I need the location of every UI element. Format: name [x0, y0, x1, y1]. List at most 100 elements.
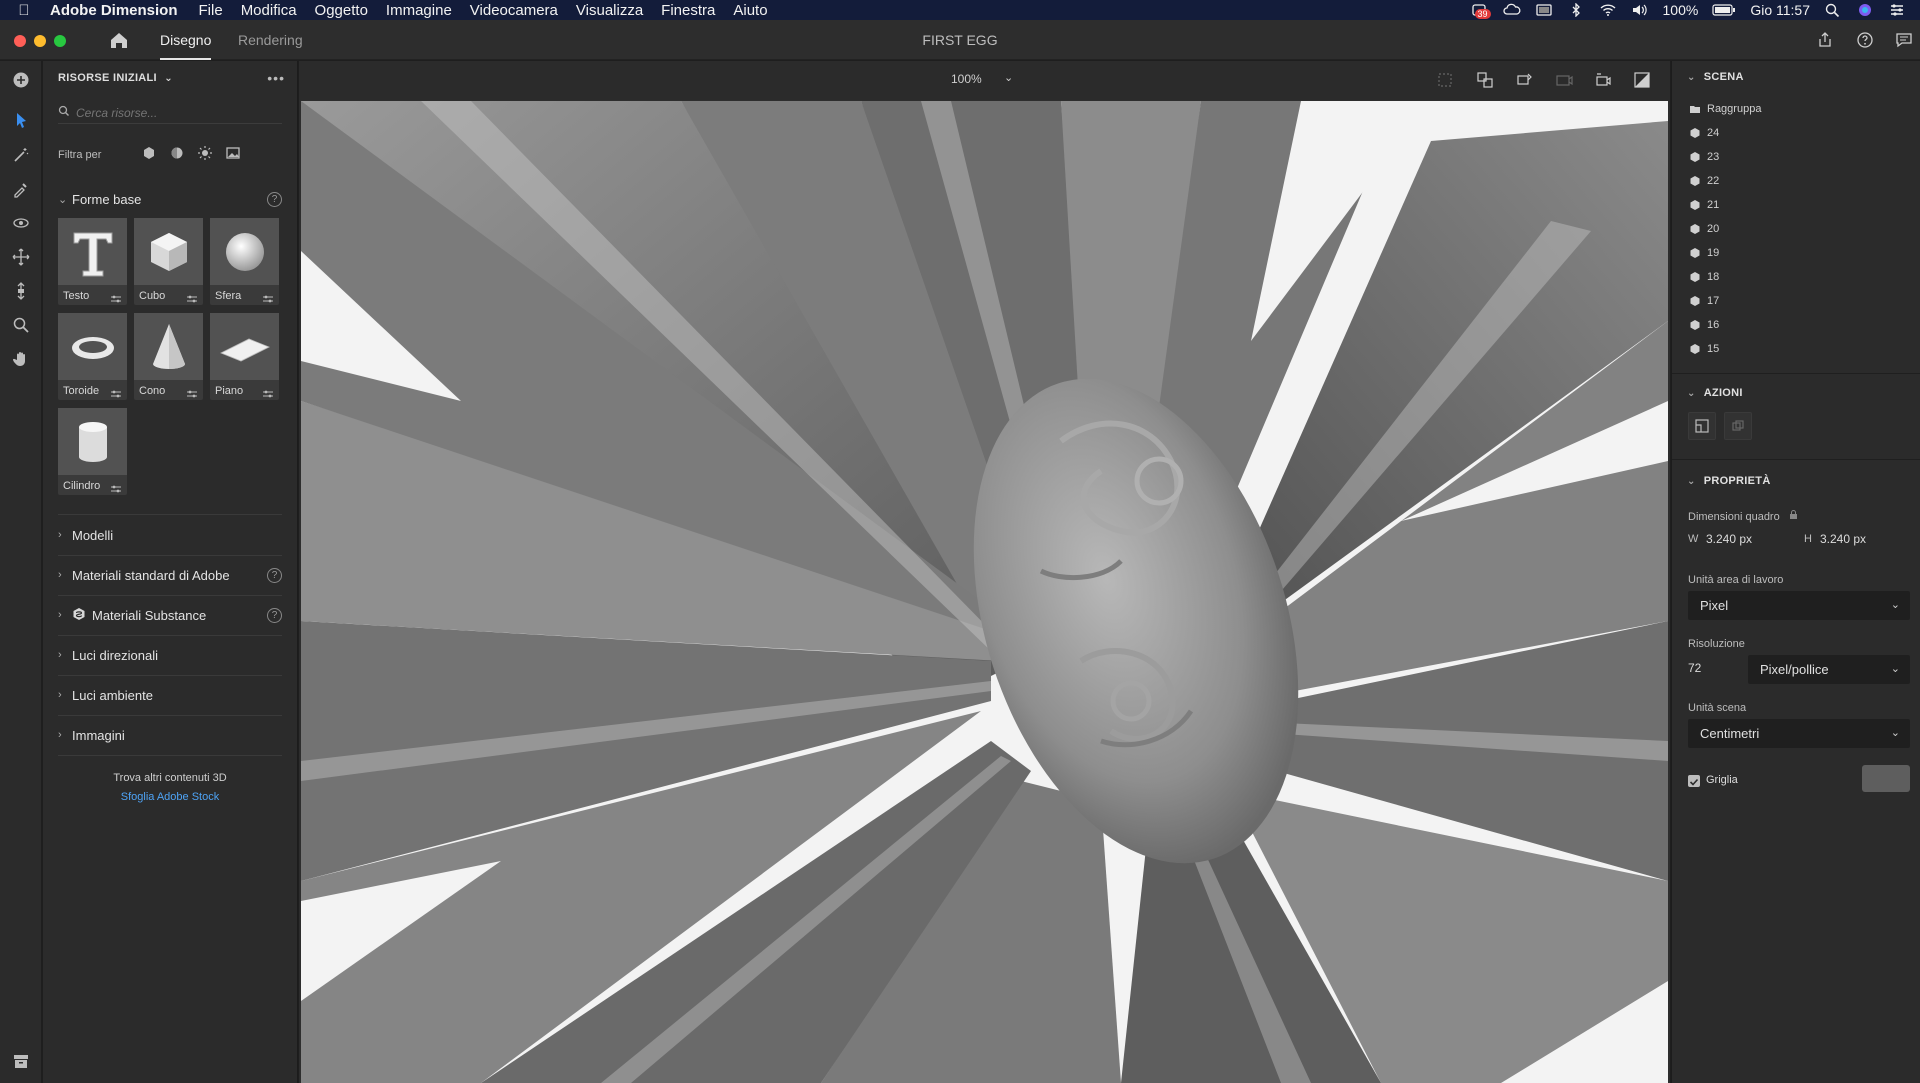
asset-tile-sfera[interactable]: Sfera — [210, 218, 279, 305]
help-icon[interactable]: ? — [267, 567, 282, 583]
actions-section-header[interactable]: ⌄ AZIONI — [1687, 387, 1743, 399]
help-icon[interactable]: ? — [267, 191, 282, 207]
menu-visualizza[interactable]: Visualizza — [567, 2, 652, 19]
notification-badge-icon[interactable]: 39 — [1471, 3, 1491, 19]
tile-settings-icon[interactable] — [262, 291, 274, 303]
doc-units-select[interactable]: Pixel ⌄ — [1688, 591, 1910, 620]
search-input[interactable] — [76, 105, 276, 120]
tab-rendering[interactable]: Rendering — [238, 20, 303, 60]
menu-oggetto[interactable]: Oggetto — [306, 2, 377, 19]
grid-color-swatch[interactable] — [1862, 765, 1910, 792]
siri-icon[interactable] — [1856, 3, 1874, 17]
orbit-tool-icon[interactable] — [10, 212, 32, 234]
archive-panel-icon[interactable] — [10, 1050, 32, 1072]
scene-item-row[interactable]: 21 — [1689, 195, 1719, 215]
section-immagini[interactable]: › Immagini — [58, 724, 282, 746]
scene-item-row[interactable]: 18 — [1689, 267, 1719, 287]
home-icon[interactable] — [108, 30, 130, 50]
menu-file[interactable]: File — [190, 2, 232, 19]
menu-app-name[interactable]: Adobe Dimension — [48, 2, 190, 19]
scene-item-row[interactable]: 16 — [1689, 315, 1719, 335]
resolution-unit-select[interactable]: Pixel/pollice ⌄ — [1748, 655, 1910, 684]
height-field[interactable]: 3.240 px — [1820, 532, 1866, 546]
window-close-button[interactable] — [14, 35, 26, 47]
window-minimize-button[interactable] — [34, 35, 46, 47]
creative-cloud-icon[interactable] — [1502, 3, 1521, 17]
zoom-level[interactable]: 100% — [951, 72, 982, 86]
width-field[interactable]: 3.240 px — [1706, 532, 1752, 546]
scene-item-row[interactable]: 15 — [1689, 339, 1719, 359]
section-materiali-substance[interactable]: › Materiali Substance ? — [58, 604, 282, 626]
hand-tool-icon[interactable] — [10, 348, 32, 370]
asset-tile-cono[interactable]: Cono — [134, 313, 203, 400]
scene-item-row[interactable]: 24 — [1689, 123, 1719, 143]
add-icon[interactable] — [10, 69, 32, 91]
asset-tile-cilindro[interactable]: Cilindro — [58, 408, 127, 495]
filter-models-icon[interactable] — [141, 145, 157, 161]
section-luci-ambiente[interactable]: › Luci ambiente — [58, 684, 282, 706]
help-icon[interactable]: ? — [267, 607, 282, 623]
select-tool-icon[interactable] — [10, 109, 32, 131]
tile-settings-icon[interactable] — [110, 291, 122, 303]
drop-to-ground-icon[interactable] — [1514, 70, 1534, 90]
scene-units-select[interactable]: Centimetri ⌄ — [1688, 719, 1910, 748]
share-icon[interactable] — [1816, 31, 1834, 49]
resolution-field[interactable]: 72 — [1688, 661, 1701, 675]
filter-images-icon[interactable] — [225, 145, 241, 161]
apple-menu-icon[interactable]:  — [0, 2, 48, 19]
camera-move-icon[interactable] — [1593, 70, 1613, 90]
menu-videocamera[interactable]: Videocamera — [461, 2, 567, 19]
3d-viewport[interactable] — [301, 101, 1668, 1083]
scene-item-row[interactable]: 19 — [1689, 243, 1719, 263]
tile-settings-icon[interactable] — [186, 386, 198, 398]
wifi-icon[interactable] — [1599, 3, 1617, 17]
tile-settings-icon[interactable] — [262, 386, 274, 398]
assets-panel-header[interactable]: RISORSE INIZIALI ⌄ — [58, 72, 173, 84]
scene-item-row[interactable]: 17 — [1689, 291, 1719, 311]
bluetooth-icon[interactable] — [1567, 2, 1585, 18]
spotlight-search-icon[interactable] — [1824, 3, 1842, 18]
scene-item-row[interactable]: 20 — [1689, 219, 1719, 239]
asset-tile-piano[interactable]: Piano — [210, 313, 279, 400]
asset-tile-toroide[interactable]: Toroide — [58, 313, 127, 400]
tile-settings-icon[interactable] — [110, 386, 122, 398]
filter-materials-icon[interactable] — [169, 145, 185, 161]
magic-wand-tool-icon[interactable] — [10, 144, 32, 166]
menu-finestra[interactable]: Finestra — [652, 2, 724, 19]
section-materiali-standard[interactable]: › Materiali standard di Adobe ? — [58, 564, 282, 586]
help-icon[interactable] — [1856, 31, 1874, 49]
asset-tile-cubo[interactable]: Cubo — [134, 218, 203, 305]
tile-settings-icon[interactable] — [110, 481, 122, 493]
asset-tile-testo[interactable]: Testo — [58, 218, 127, 305]
menu-immagine[interactable]: Immagine — [377, 2, 461, 19]
zoom-tool-icon[interactable] — [10, 314, 32, 336]
properties-section-header[interactable]: ⌄ PROPRIETÀ — [1687, 475, 1771, 487]
menu-modifica[interactable]: Modifica — [232, 2, 306, 19]
window-zoom-button[interactable] — [54, 35, 66, 47]
display-icon[interactable] — [1535, 3, 1553, 17]
menu-aiuto[interactable]: Aiuto — [724, 2, 776, 19]
filter-lights-icon[interactable] — [197, 145, 213, 161]
pan-tool-icon[interactable] — [10, 246, 32, 268]
feedback-icon[interactable] — [1895, 31, 1913, 49]
dolly-tool-icon[interactable] — [10, 280, 32, 302]
volume-icon[interactable] — [1631, 3, 1649, 17]
sample-material-tool-icon[interactable] — [10, 178, 32, 200]
frame-select-icon[interactable] — [1435, 70, 1455, 90]
grid-checkbox[interactable] — [1688, 775, 1700, 787]
scene-group-row[interactable]: Raggruppa — [1689, 99, 1761, 119]
section-luci-direzionali[interactable]: › Luci direzionali — [58, 644, 282, 666]
camera-bookmark-icon[interactable] — [1554, 70, 1574, 90]
render-preview-icon[interactable] — [1632, 70, 1652, 90]
tile-settings-icon[interactable] — [186, 291, 198, 303]
section-forme-base[interactable]: ⌄ Forme base ? — [58, 188, 282, 210]
battery-icon[interactable] — [1712, 3, 1736, 17]
menubar-clock[interactable]: Gio 11:57 — [1750, 2, 1810, 18]
scene-item-row[interactable]: 22 — [1689, 171, 1719, 191]
tab-disegno[interactable]: Disegno — [160, 20, 212, 60]
scene-section-header[interactable]: ⌄ SCENA — [1687, 71, 1744, 83]
control-center-icon[interactable] — [1888, 3, 1906, 17]
lock-icon[interactable] — [1789, 510, 1798, 523]
chevron-down-icon[interactable]: ⌄ — [1004, 71, 1013, 84]
section-modelli[interactable]: › Modelli — [58, 524, 282, 546]
